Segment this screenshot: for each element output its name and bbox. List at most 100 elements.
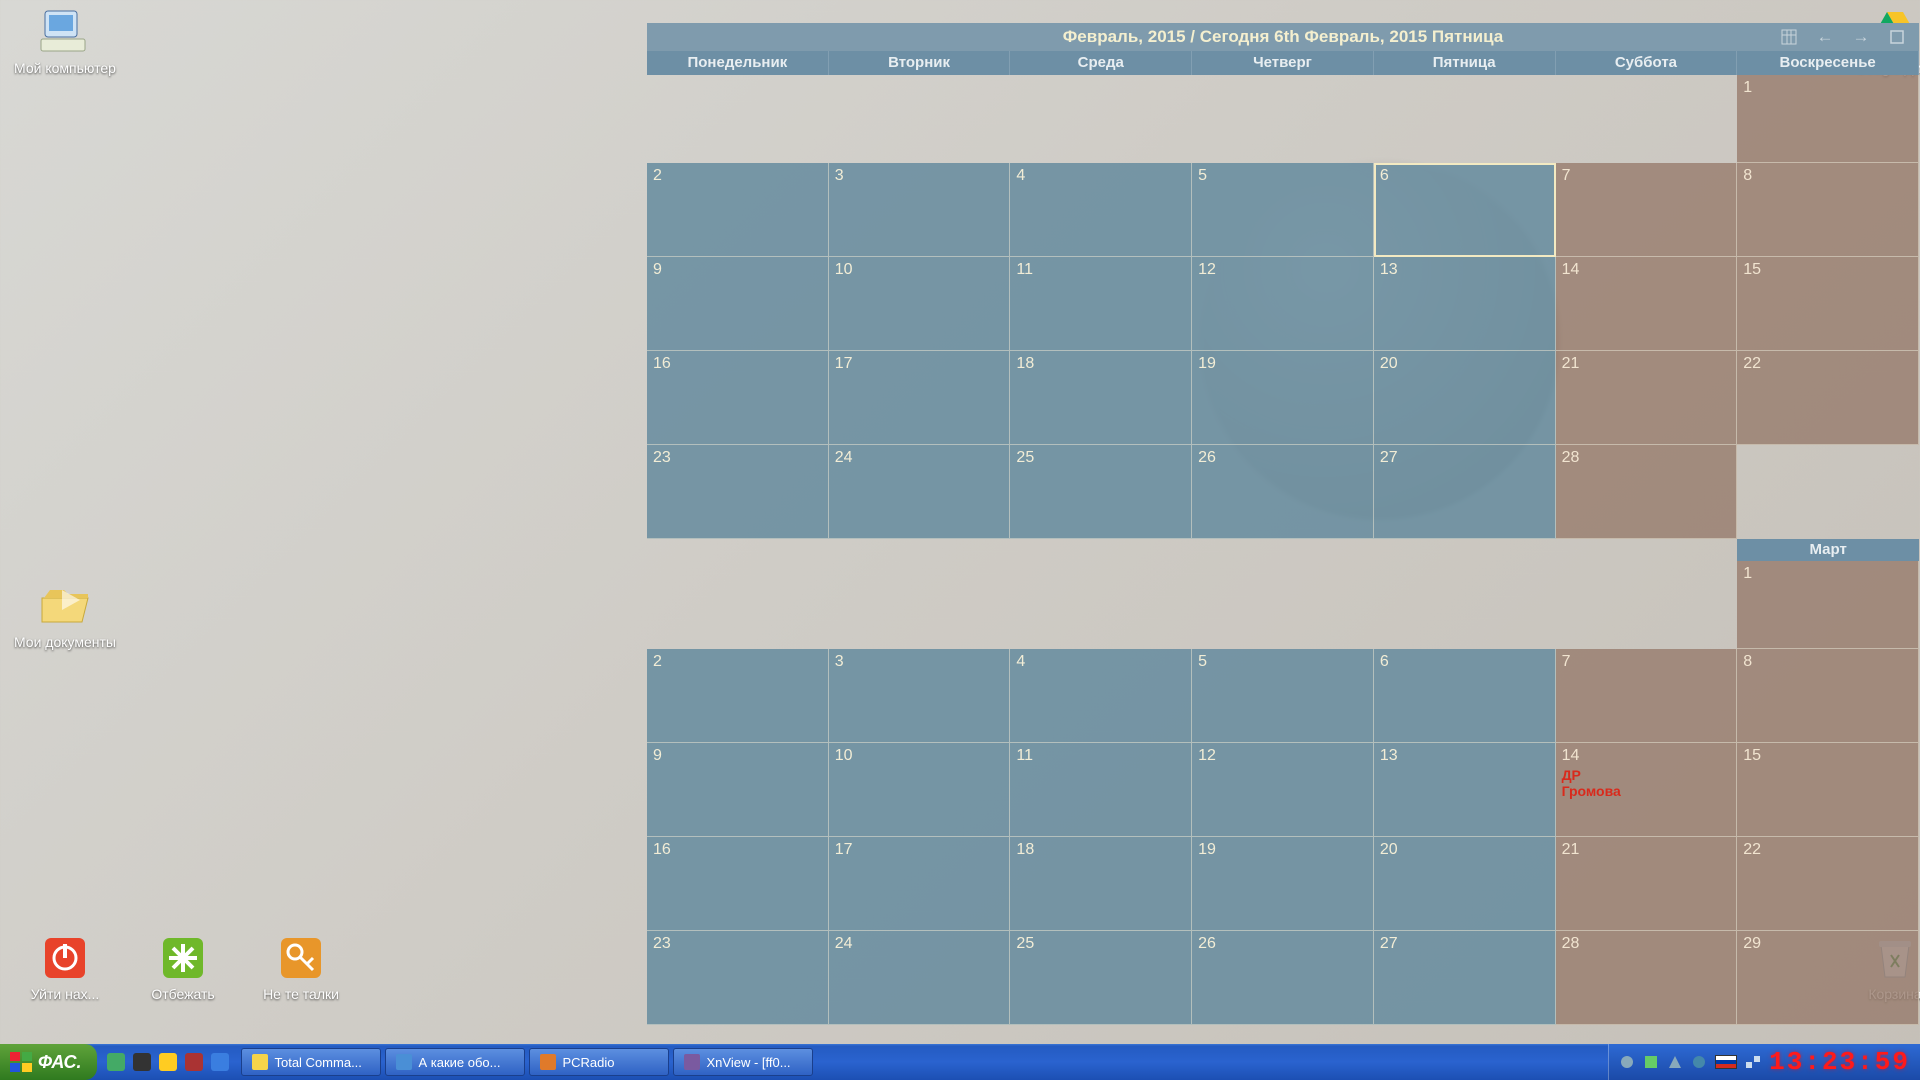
day-cell[interactable]: 14 [1556,257,1738,351]
taskbar: ФАС. Total Comma...А какие обо... PCRadio… [0,1044,1920,1080]
day-cell[interactable]: 3 [829,163,1011,257]
day-cell[interactable]: 21 [1556,837,1738,931]
day-cell[interactable]: 14ДРГромова [1556,743,1738,837]
day-cell[interactable]: 12 [1192,257,1374,351]
day-cell[interactable]: 23 [647,445,829,539]
day-cell[interactable]: 6 [1374,649,1556,743]
day-cell[interactable]: 27 [1374,931,1556,1025]
day-cell[interactable]: 18 [1010,351,1192,445]
taskbar-task[interactable]: Total Comma... [241,1048,381,1076]
day-cell[interactable]: 1 [1737,561,1919,649]
day-cell[interactable]: 2 [647,649,829,743]
desktop-icon-notes[interactable]: Не те талки [236,934,366,1002]
day-cell[interactable]: 21 [1556,351,1738,445]
day-cell[interactable]: 4 [1010,649,1192,743]
day-cell[interactable]: 20 [1374,837,1556,931]
day-cell[interactable]: 26 [1192,931,1374,1025]
dow-label: Среда [1010,51,1192,75]
ql-icon[interactable] [133,1053,151,1071]
day-cell[interactable]: 2 [647,163,829,257]
dow-label: Суббота [1556,51,1738,75]
task-label: PCRadio [562,1055,614,1070]
day-cell[interactable]: 22 [1737,837,1919,931]
task-app-icon [684,1054,700,1070]
day-cell[interactable]: 16 [647,351,829,445]
day-cell[interactable]: 9 [647,257,829,351]
calendar-grid-icon[interactable] [1775,23,1803,51]
day-cell[interactable]: 11 [1010,743,1192,837]
tray-icon[interactable] [1691,1054,1707,1070]
day-cell[interactable]: 29 [1737,931,1919,1025]
calendar-month-feb: 1234567891011121314151617181920212223242… [647,75,1919,539]
day-cell[interactable]: 7 [1556,649,1738,743]
day-cell[interactable]: 19 [1192,837,1374,931]
day-cell[interactable]: 12 [1192,743,1374,837]
tray-icon[interactable] [1619,1054,1635,1070]
day-cell[interactable]: 3 [829,649,1011,743]
day-cell[interactable]: 24 [829,445,1011,539]
day-cell[interactable]: 1 [1737,75,1919,163]
day-cell[interactable]: 28 [1556,445,1738,539]
desktop-icon-my-computer[interactable]: Мой компьютер [0,8,130,76]
day-cell[interactable]: 27 [1374,445,1556,539]
day-cell[interactable]: 22 [1737,351,1919,445]
desktop-icon-run[interactable]: Отбежать [118,934,248,1002]
day-cell[interactable]: 11 [1010,257,1192,351]
quick-launch [97,1044,239,1080]
desktop-icon-my-documents[interactable]: Мои документы [0,582,130,650]
ql-icon[interactable] [107,1053,125,1071]
day-cell[interactable]: 24 [829,931,1011,1025]
tray-network-icon[interactable] [1745,1054,1761,1070]
tray-icon[interactable] [1667,1054,1683,1070]
calendar-event[interactable]: ДРГромова [1562,767,1731,799]
ql-icon[interactable] [185,1053,203,1071]
day-cell[interactable]: 15 [1737,743,1919,837]
day-cell[interactable]: 10 [829,743,1011,837]
dow-label: Вторник [829,51,1011,75]
desktop-icon-label: Не те талки [236,986,366,1002]
next-month-button[interactable]: → [1847,23,1875,51]
day-cell[interactable]: 5 [1192,649,1374,743]
taskbar-task[interactable]: XnView - [ff0... [673,1048,813,1076]
tray-icon[interactable] [1643,1054,1659,1070]
day-cell[interactable]: 8 [1737,163,1919,257]
day-cell[interactable]: 16 [647,837,829,931]
day-cell[interactable]: 25 [1010,445,1192,539]
day-cell[interactable]: 28 [1556,931,1738,1025]
day-cell[interactable]: 13 [1374,743,1556,837]
day-cell[interactable]: 19 [1192,351,1374,445]
taskbar-clock[interactable]: 13:23:59 [1769,1047,1910,1077]
day-cell[interactable]: 5 [1192,163,1374,257]
day-cell[interactable]: 4 [1010,163,1192,257]
prev-month-button[interactable]: ← [1811,23,1839,51]
desktop-icon-shutdown[interactable]: Уйти нах... [0,934,130,1002]
day-cell[interactable]: 9 [647,743,829,837]
day-cell[interactable]: 23 [647,931,829,1025]
task-app-icon [540,1054,556,1070]
taskbar-task[interactable]: PCRadio [529,1048,669,1076]
calendar-title: Февраль, 2015 / Сегодня 6th Февраль, 201… [1063,27,1503,47]
day-cell[interactable]: 10 [829,257,1011,351]
ql-icon[interactable] [159,1053,177,1071]
day-cell[interactable]: 17 [829,837,1011,931]
system-tray: 13:23:59 [1608,1044,1920,1080]
day-cell[interactable]: 18 [1010,837,1192,931]
asterisk-icon [154,934,212,982]
calendar-expand-button[interactable] [1883,23,1911,51]
day-cell[interactable]: 8 [1737,649,1919,743]
day-cell[interactable]: 15 [1737,257,1919,351]
day-cell[interactable]: 13 [1374,257,1556,351]
day-cell[interactable]: 7 [1556,163,1738,257]
day-cell[interactable]: 20 [1374,351,1556,445]
day-cell[interactable]: 6 [1374,163,1556,257]
ql-icon[interactable] [211,1053,229,1071]
dow-label: Воскресенье [1737,51,1919,75]
calendar-month-mar: Март 1 [647,539,1919,649]
start-button[interactable]: ФАС. [0,1044,97,1080]
day-cell[interactable]: 17 [829,351,1011,445]
day-cell[interactable]: 25 [1010,931,1192,1025]
language-indicator[interactable] [1715,1055,1737,1069]
taskbar-task[interactable]: А какие обо... [385,1048,525,1076]
day-cell[interactable]: 26 [1192,445,1374,539]
task-app-icon [252,1054,268,1070]
